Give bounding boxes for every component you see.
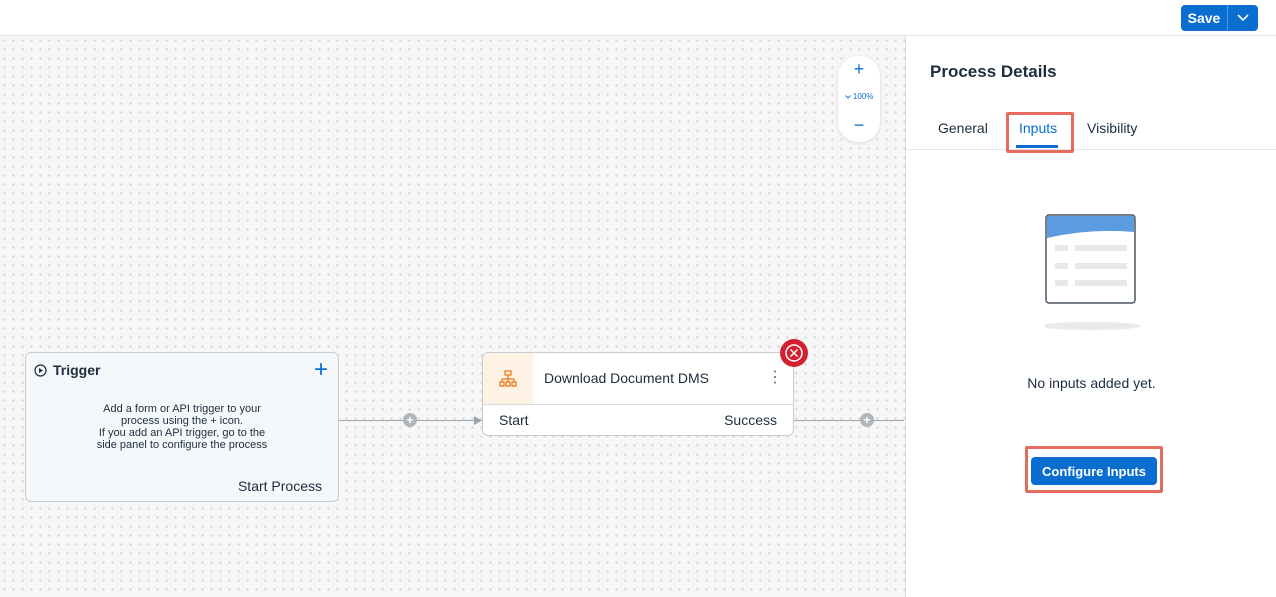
task-icon-box xyxy=(483,353,533,404)
add-trigger-icon[interactable]: + xyxy=(314,358,328,382)
zoom-in-icon[interactable]: + xyxy=(838,58,880,80)
more-options-icon[interactable]: ⋮ xyxy=(767,367,783,387)
process-details-panel: Process Details General Inputs Visibilit… xyxy=(905,36,1276,597)
zoom-level-label: 100% xyxy=(852,92,874,101)
play-circle-icon xyxy=(34,363,47,377)
zoom-out-icon[interactable]: − xyxy=(838,114,880,136)
chevron-down-icon xyxy=(1237,14,1249,22)
trigger-description-line: side panel to configure the process xyxy=(96,439,268,451)
save-button[interactable]: Save xyxy=(1181,5,1227,31)
empty-state-text: No inputs added yet. xyxy=(1027,375,1156,391)
trigger-node[interactable]: Trigger + Add a form or API trigger to y… xyxy=(25,352,339,502)
top-bar: Save xyxy=(0,0,1276,36)
zoom-control: + 100% − xyxy=(838,56,880,142)
close-circle-icon xyxy=(785,344,803,362)
process-canvas[interactable] xyxy=(0,36,905,597)
panel-title: Process Details xyxy=(930,62,1057,81)
trigger-description-line: Add a form or API trigger to your xyxy=(103,403,261,415)
trigger-title: Trigger xyxy=(53,362,101,378)
empty-table-illustration xyxy=(1045,214,1141,330)
save-button-group: Save xyxy=(1181,5,1258,31)
connector-line xyxy=(794,420,904,421)
tab-highlight-box xyxy=(1006,112,1074,153)
task-title: Download Document DMS xyxy=(544,370,709,386)
trigger-header: Trigger xyxy=(34,362,100,378)
tab-general[interactable]: General xyxy=(938,120,988,136)
task-node-download-document[interactable]: Download Document DMS ⋮ Start Success xyxy=(482,352,794,436)
add-step-icon[interactable]: + xyxy=(403,413,417,427)
trigger-description-line: process using the + icon. xyxy=(121,415,243,427)
hierarchy-icon xyxy=(499,369,517,387)
task-start-label: Start xyxy=(499,412,529,428)
panel-tabs: General Inputs Visibility xyxy=(906,110,1276,150)
start-process-label: Start Process xyxy=(237,478,322,494)
task-success-label: Success xyxy=(724,412,777,428)
save-menu-button[interactable] xyxy=(1227,5,1258,31)
add-step-icon[interactable]: + xyxy=(860,413,874,427)
tab-visibility[interactable]: Visibility xyxy=(1087,120,1137,136)
divider xyxy=(483,404,793,405)
zoom-level[interactable]: 100% xyxy=(838,92,880,101)
error-icon[interactable] xyxy=(780,339,808,367)
arrow-head-icon xyxy=(474,416,482,425)
configure-inputs-button[interactable]: Configure Inputs xyxy=(1031,457,1157,485)
chevron-down-icon xyxy=(844,95,851,99)
trigger-description: Add a form or API trigger to your proces… xyxy=(66,403,298,451)
trigger-description-line: If you add an API trigger, go to the xyxy=(98,427,266,439)
